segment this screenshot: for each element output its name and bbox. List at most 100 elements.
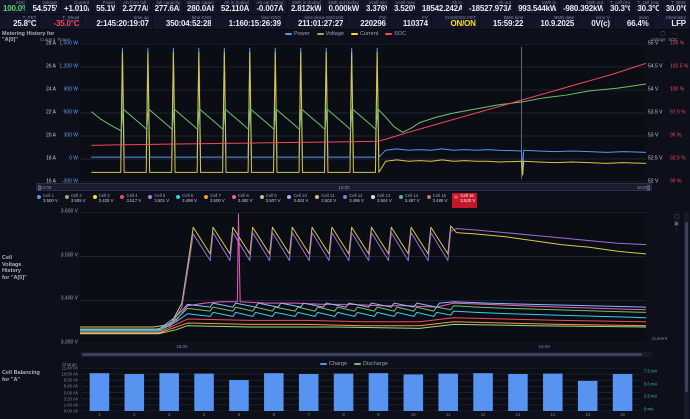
cell-voltage-value: 3.485 V	[433, 199, 448, 204]
panel3-y-label: 8:20 Ah	[52, 378, 78, 383]
stat-value: 3.376V	[366, 5, 387, 14]
stat-value: 1:160:15:26:39	[218, 20, 280, 29]
time-range-slider[interactable]: 14:0015:0016:00	[36, 183, 652, 191]
cell-legend-cell-8[interactable]: Cell 83.482 V	[230, 193, 255, 208]
legend-label: Voltage	[326, 31, 344, 37]
stat-value: 100.0%	[3, 5, 25, 14]
cell-legend-cell-12[interactable]: Cell 123.496 V	[341, 193, 366, 208]
cell-color-dot-icon	[260, 195, 264, 199]
panel3-x-label: 7	[308, 412, 310, 417]
top-stats-bar: SOC100.0%Voltage54.575VCurrent+1.010APow…	[0, 0, 690, 29]
stat-ah-out-today: Ah out (today)-0.007Ah	[253, 0, 287, 14]
cell-legend-cell-6[interactable]: Cell 63.498 V	[174, 193, 199, 208]
stat-voltage: Voltage54.575V	[29, 0, 61, 14]
panel2-x-label: 16:00	[538, 344, 549, 349]
panel3-right-axis-label: 0 mA	[644, 406, 654, 411]
cell-voltage-value: 3.500 V	[43, 199, 58, 204]
vertical-scrollbar[interactable]	[684, 212, 689, 419]
cell-text: Cell 113.502 V	[321, 194, 336, 204]
legend-label: Discharge	[363, 361, 388, 367]
stat-t-cell-min: T_cell (min)30.3°C	[607, 0, 634, 14]
panel3-x-label: 8	[342, 412, 344, 417]
slider-time-label: 15:00	[338, 185, 349, 190]
legend-swatch-icon	[351, 33, 358, 35]
stat-value: 993.544kWh	[518, 5, 556, 14]
cell-legend-cell-3[interactable]: Cell 33.425 V	[91, 193, 116, 208]
stat-value: 0V(c)	[581, 20, 610, 29]
cell-legend-cell-1[interactable]: Cell 13.500 V	[35, 193, 60, 208]
slider-right-handle[interactable]	[647, 185, 650, 191]
stat-value: 25.8°C	[3, 20, 36, 29]
cell-legend-cell-13[interactable]: Cell 133.504 V	[369, 193, 394, 208]
stat-t-bms: T_BMS30.0°C	[663, 0, 690, 14]
legend-label: SOC	[394, 31, 406, 37]
stat-value: -0.007Ah	[256, 5, 283, 14]
cell-legend-cell-7[interactable]: Cell 73.500 V	[202, 193, 227, 208]
horizontal-scrollbar-thumb[interactable]	[82, 353, 642, 356]
legend-item-discharge[interactable]: Discharge	[354, 361, 388, 367]
cell-balancing-chart[interactable]	[82, 368, 640, 411]
panel-circle-icon[interactable]: ◯	[660, 31, 666, 37]
cell-text: Cell 13.500 V	[43, 194, 58, 204]
cell-text: Cell 133.504 V	[377, 194, 392, 204]
panel3-title-line: for "A"	[2, 377, 40, 384]
panel2-grid-icon[interactable]: ▣	[674, 221, 679, 227]
cell-legend-cell-9[interactable]: Cell 93.507 V	[258, 193, 283, 208]
cell-text: Cell 63.498 V	[182, 194, 197, 204]
panel3-x-label: 15	[585, 412, 590, 417]
stat-kwh-in-today: kWh in (today)2.812kWh	[288, 0, 326, 14]
slider-left-handle[interactable]	[38, 185, 41, 191]
panel3-x-label: 5	[238, 412, 240, 417]
cell-voltage-value: 3.504 V	[377, 199, 392, 204]
legend-label: Charge	[329, 361, 347, 367]
cell-text: Cell 53.501 V	[154, 194, 169, 204]
panel3-x-label: 3	[168, 412, 170, 417]
cell-legend-cell-5[interactable]: Cell 53.501 V	[146, 193, 171, 208]
right-axis-soc-label: 100 %	[670, 88, 690, 93]
stat-value: 66.4%	[617, 20, 649, 29]
panel3-x-label: 11	[446, 412, 450, 417]
vertical-scrollbar-thumb[interactable]	[685, 222, 688, 392]
right-axis-soc-label: 92.5 %	[670, 157, 690, 162]
cell-legend-cell-16[interactable]: Cell 163.520 V	[452, 193, 477, 208]
cell-legend-cell-2[interactable]: Cell 23.505 V	[63, 193, 88, 208]
left-axis-power-label: 300 W	[52, 134, 78, 139]
panel2-dots-icon[interactable]: ⋮	[674, 228, 679, 234]
cell-voltage-value: 3.500 V	[210, 199, 225, 204]
legend-item-current[interactable]: Current	[351, 31, 378, 37]
panel3-x-label: 2	[133, 412, 135, 417]
stat-value: 18542.242Ah	[422, 5, 462, 14]
cell-legend-cell-14[interactable]: Cell 143.487 V	[397, 193, 422, 208]
stat-value: 54.575V	[32, 5, 57, 14]
cell-legend-cell-4[interactable]: Cell 43.517 V	[118, 193, 143, 208]
legend-item-power[interactable]: Power	[285, 31, 310, 37]
cell-legend-cell-10[interactable]: Cell 103.483 V	[285, 193, 310, 208]
panel3-title-line: Cell Balancing	[2, 370, 40, 377]
panel2-circle-icon[interactable]: ◯	[674, 214, 680, 220]
cell-voltage-value: 3.507 V	[266, 199, 281, 204]
stat-value: -980.392kWh	[563, 5, 603, 14]
cell-legend-cell-15[interactable]: Cell 153.485 V	[425, 193, 450, 208]
right-axis-voltage-label: 52.5 V	[648, 157, 668, 162]
metering-history-chart[interactable]	[80, 44, 646, 182]
legend-item-soc[interactable]: SOC	[385, 31, 406, 37]
cell-text: Cell 103.483 V	[293, 194, 308, 204]
slider-time-label: 14:00	[40, 185, 51, 190]
cell-voltage-history-chart[interactable]	[80, 210, 646, 343]
cell-text: Cell 153.485 V	[433, 194, 448, 204]
cell-voltage-value: 3.520 V	[460, 199, 475, 204]
left-axis-power-label: 1,500 W	[52, 42, 78, 47]
panel3-right-axis-label: 2.5 mA	[644, 394, 657, 399]
legend-item-charge[interactable]: Charge	[320, 361, 347, 367]
horizontal-scrollbar[interactable]	[80, 352, 652, 357]
panel3-x-label: 13	[516, 412, 521, 417]
stat-fv: FV110374	[390, 15, 432, 29]
stat-t-shunt: T_Shunt-35.0°C	[40, 15, 83, 29]
cell-legend-cell-11[interactable]: Cell 113.502 V	[313, 193, 338, 208]
panel-menu-icon[interactable]: ⋯	[672, 31, 677, 37]
right-axis-soc-label: 105 %	[670, 42, 690, 47]
right-axis-voltage-label: 53.5 V	[648, 111, 668, 116]
cell-voltage-value: 3.505 V	[71, 199, 86, 204]
legend-item-voltage[interactable]: Voltage	[317, 31, 344, 37]
cell-color-dot-icon	[176, 195, 180, 199]
